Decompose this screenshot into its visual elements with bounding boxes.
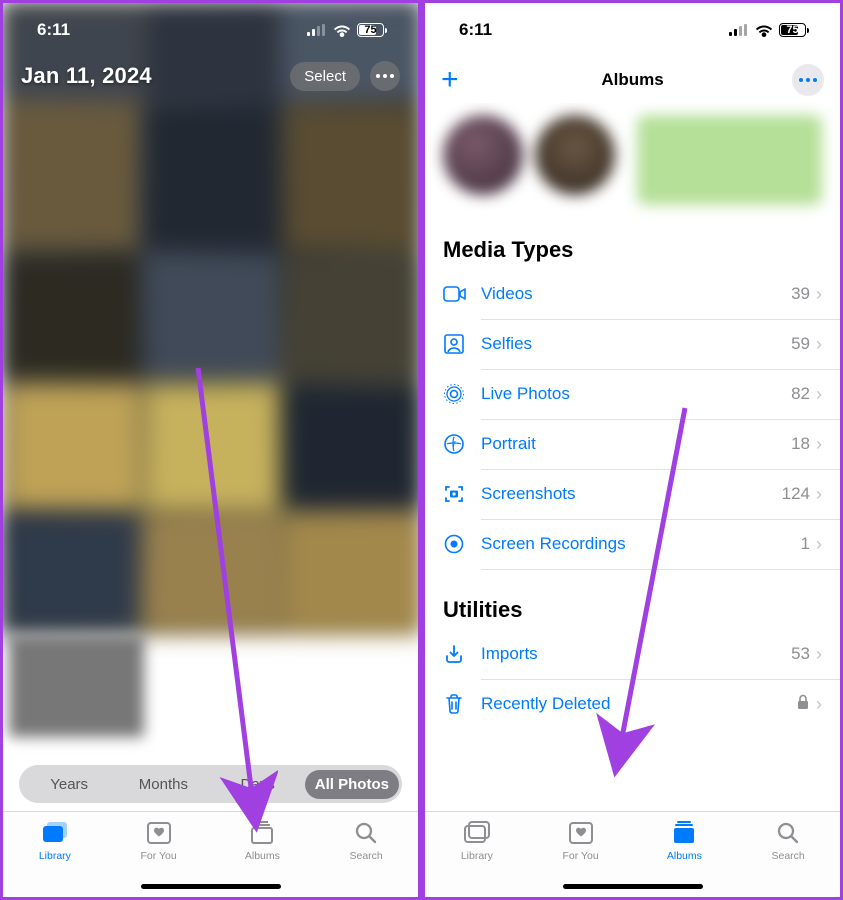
status-bar: 6:11 75 bbox=[425, 3, 840, 57]
tab-label: Search bbox=[771, 850, 804, 862]
home-indicator[interactable] bbox=[141, 884, 281, 889]
albums-icon bbox=[247, 819, 277, 847]
row-portrait[interactable]: f Portrait 18 › bbox=[425, 419, 840, 469]
tab-label: Albums bbox=[667, 850, 702, 862]
battery-indicator: 75 bbox=[357, 23, 384, 37]
tab-albums[interactable]: Albums bbox=[211, 819, 315, 862]
tab-label: Library bbox=[461, 850, 493, 862]
search-icon bbox=[773, 819, 803, 847]
seg-years[interactable]: Years bbox=[22, 770, 116, 799]
chevron-right-icon: › bbox=[816, 484, 822, 505]
chevron-right-icon: › bbox=[816, 534, 822, 555]
cellular-icon bbox=[307, 24, 327, 36]
seg-days[interactable]: Days bbox=[211, 770, 305, 799]
library-icon bbox=[40, 819, 70, 847]
row-imports[interactable]: Imports 53 › bbox=[425, 629, 840, 679]
tab-foryou[interactable]: For You bbox=[107, 819, 211, 862]
import-icon bbox=[443, 643, 473, 665]
tab-label: Search bbox=[349, 850, 382, 862]
section-utilities: Utilities bbox=[425, 569, 840, 629]
row-selfies[interactable]: Selfies 59 › bbox=[425, 319, 840, 369]
chevron-right-icon: › bbox=[816, 644, 822, 665]
tab-foryou[interactable]: For You bbox=[529, 819, 633, 862]
chevron-right-icon: › bbox=[816, 284, 822, 305]
tab-label: For You bbox=[141, 850, 177, 862]
tab-label: Library bbox=[39, 850, 71, 862]
library-icon bbox=[462, 819, 492, 847]
row-screenshots[interactable]: Screenshots 124 › bbox=[425, 469, 840, 519]
phone-library: 6:11 75 Jan 11, 2024 Select bbox=[3, 3, 418, 897]
tab-label: Albums bbox=[245, 850, 280, 862]
home-indicator[interactable] bbox=[563, 884, 703, 889]
row-recently-deleted[interactable]: Recently Deleted › bbox=[425, 679, 840, 729]
row-live-photos[interactable]: Live Photos 82 › bbox=[425, 369, 840, 419]
status-time: 6:11 bbox=[459, 20, 492, 40]
seg-all-photos[interactable]: All Photos bbox=[305, 770, 399, 799]
status-time: 6:11 bbox=[37, 20, 70, 40]
library-header: Jan 11, 2024 Select bbox=[21, 61, 400, 91]
lock-icon bbox=[796, 694, 810, 715]
nav-bar: + Albums bbox=[425, 57, 840, 103]
select-button[interactable]: Select bbox=[290, 62, 360, 91]
foryou-icon bbox=[566, 819, 596, 847]
screenshot-icon bbox=[443, 483, 473, 505]
wifi-icon bbox=[755, 24, 773, 37]
search-icon bbox=[351, 819, 381, 847]
tab-label: For You bbox=[563, 850, 599, 862]
row-videos[interactable]: Videos 39 › bbox=[425, 269, 840, 319]
cellular-icon bbox=[729, 24, 749, 36]
chevron-right-icon: › bbox=[816, 434, 822, 455]
tab-library[interactable]: Library bbox=[3, 819, 107, 862]
tab-search[interactable]: Search bbox=[314, 819, 418, 862]
time-segmented-control[interactable]: Years Months Days All Photos bbox=[19, 765, 402, 803]
battery-indicator: 75 bbox=[779, 23, 806, 37]
tab-library[interactable]: Library bbox=[425, 819, 529, 862]
chevron-right-icon: › bbox=[816, 384, 822, 405]
section-media-types: Media Types bbox=[425, 225, 840, 269]
selfie-icon bbox=[443, 333, 473, 355]
albums-icon bbox=[669, 819, 699, 847]
library-date: Jan 11, 2024 bbox=[21, 63, 152, 89]
tab-search[interactable]: Search bbox=[736, 819, 840, 862]
more-button[interactable] bbox=[370, 61, 400, 91]
live-photos-icon bbox=[443, 383, 473, 405]
albums-scroll[interactable]: Media Types Videos 39 › Selfies 59 › Liv… bbox=[425, 103, 840, 811]
wifi-icon bbox=[333, 24, 351, 37]
foryou-icon bbox=[144, 819, 174, 847]
row-screen-recordings[interactable]: Screen Recordings 1 › bbox=[425, 519, 840, 569]
portrait-icon: f bbox=[443, 433, 473, 455]
phone-albums: 6:11 75 + Albums bbox=[425, 3, 840, 897]
nav-title: Albums bbox=[425, 70, 840, 90]
video-icon bbox=[443, 285, 473, 303]
people-albums-row bbox=[425, 103, 840, 225]
seg-months[interactable]: Months bbox=[116, 770, 210, 799]
trash-icon bbox=[443, 693, 473, 715]
chevron-right-icon: › bbox=[816, 694, 822, 715]
nav-more-button[interactable] bbox=[792, 64, 824, 96]
svg-text:f: f bbox=[453, 440, 456, 449]
tab-albums[interactable]: Albums bbox=[633, 819, 737, 862]
library-grid-bg bbox=[3, 3, 418, 633]
chevron-right-icon: › bbox=[816, 334, 822, 355]
bottom-thumbnail bbox=[9, 635, 144, 737]
status-bar: 6:11 75 bbox=[3, 3, 418, 57]
record-icon bbox=[443, 533, 473, 555]
